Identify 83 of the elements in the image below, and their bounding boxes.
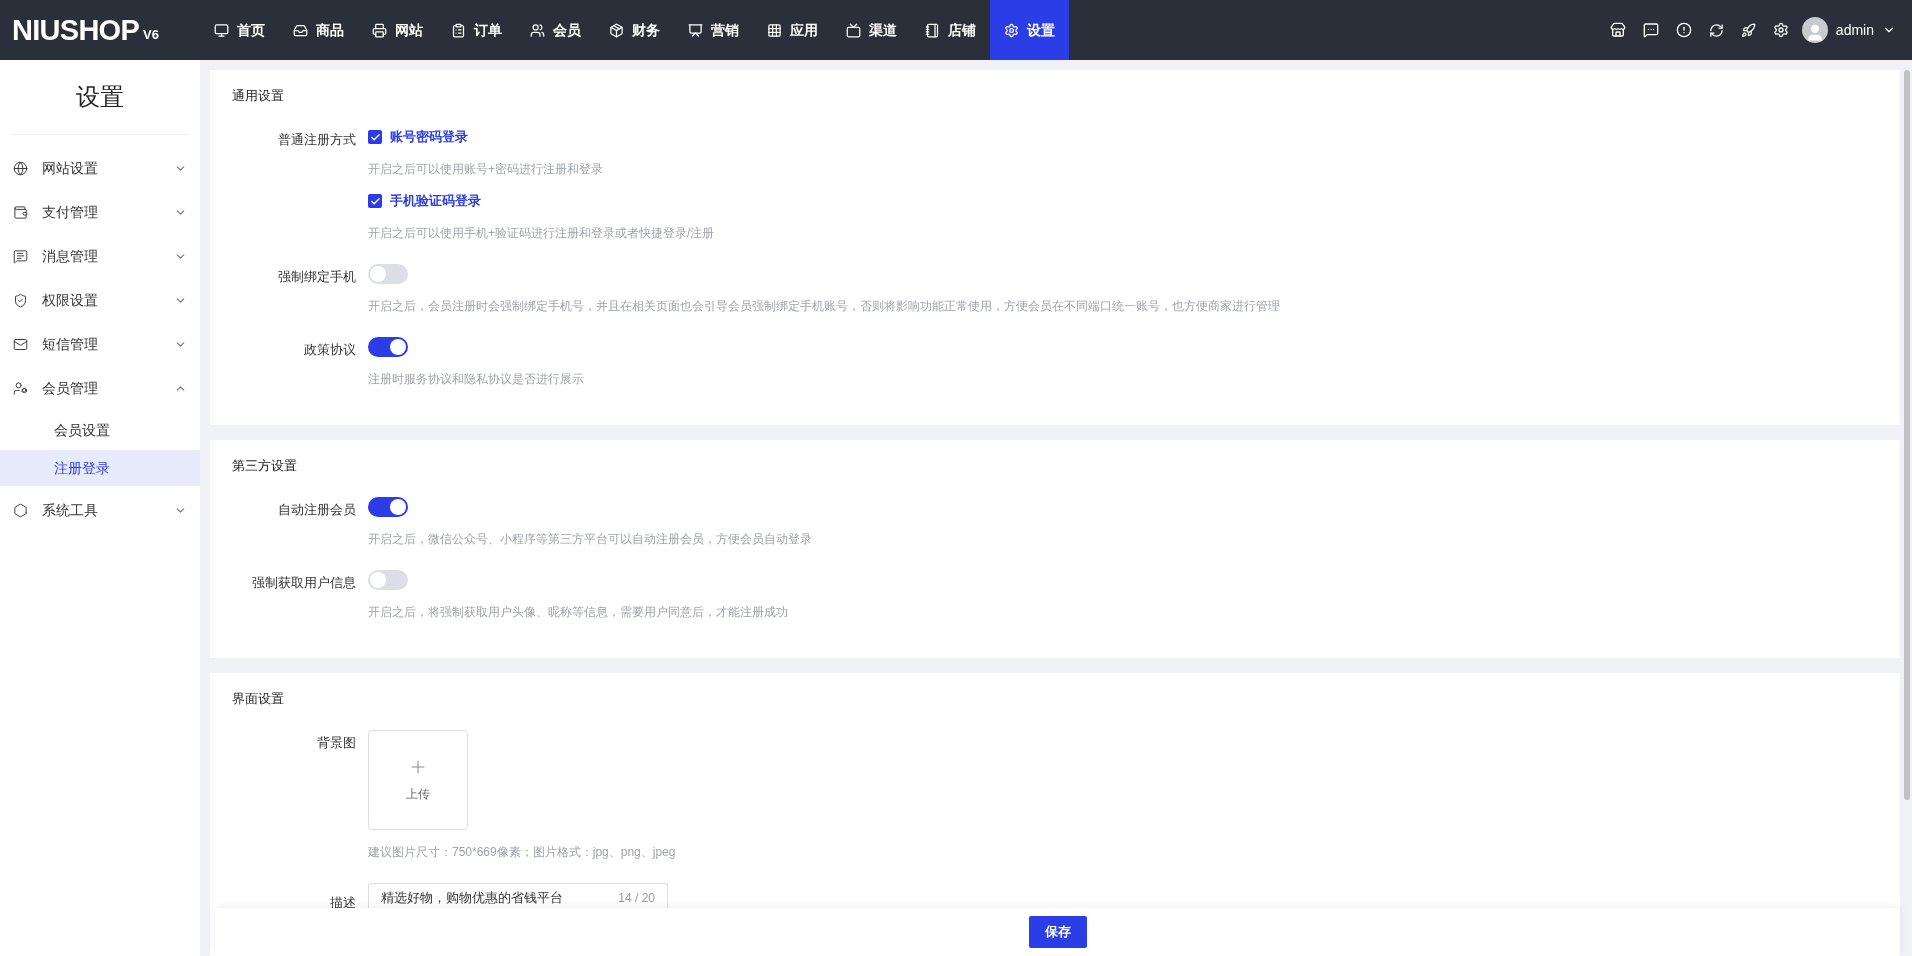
- toggle-switch[interactable]: [368, 337, 408, 357]
- users-icon: [530, 22, 545, 38]
- hint-text: 开启之后可以使用账号+密码进行注册和登录: [368, 161, 604, 178]
- monitor-icon: [214, 22, 229, 38]
- nav-tab[interactable]: 设置: [990, 0, 1069, 60]
- checkbox-label[interactable]: 账号密码登录: [390, 127, 468, 147]
- grid-icon: [767, 22, 782, 38]
- upload-label: 上传: [406, 786, 430, 803]
- nav-tab[interactable]: 网站: [358, 0, 437, 60]
- user-gear-icon: [13, 380, 28, 396]
- message-icon: [13, 248, 28, 264]
- avatar-icon: [1801, 17, 1828, 43]
- field-label: 描述: [330, 894, 356, 912]
- sidebar-item[interactable]: 短信管理: [0, 322, 200, 366]
- sidebar-item[interactable]: 会员管理: [0, 366, 200, 410]
- wallet-icon: [13, 204, 28, 220]
- save-button[interactable]: 保存: [1028, 916, 1087, 948]
- notebook-icon: [925, 22, 940, 38]
- hint-text: 开启之后，会员注册时会强制绑定手机号，并且在相关页面也会引导会员强制绑定手机账号，否则将影响功能正常使用，方便会员在不同端口统一账号，也方便商家进行管理: [368, 298, 1281, 315]
- store-icon[interactable]: [1609, 22, 1626, 38]
- nav-tab[interactable]: 财务: [595, 0, 674, 60]
- logo-text: NIUSHOP: [12, 15, 140, 45]
- character-counter: 14 / 20: [618, 890, 655, 907]
- printer-icon: [372, 22, 387, 38]
- sidebar-item[interactable]: 权限设置: [0, 278, 200, 322]
- message-icon[interactable]: [1642, 22, 1659, 38]
- settings-icon: [1004, 22, 1019, 38]
- refresh-icon[interactable]: [1708, 22, 1724, 38]
- nav-tab[interactable]: 应用: [753, 0, 832, 60]
- user-menu[interactable]: admin: [1801, 17, 1896, 43]
- sidebar-item[interactable]: 消息管理: [0, 234, 200, 278]
- checkbox-option[interactable]: 手机验证码登录: [368, 191, 481, 211]
- nav-tab[interactable]: 商品: [279, 0, 358, 60]
- section-title: 界面设置: [232, 690, 285, 708]
- presentation-icon: [688, 22, 703, 38]
- nav-tab[interactable]: 首页: [200, 0, 279, 60]
- shield-icon: [13, 292, 28, 308]
- hint-text: 注册时服务协议和隐私协议是否进行展示: [368, 371, 585, 388]
- checkbox[interactable]: [368, 130, 382, 144]
- clipboard-icon: [451, 22, 466, 38]
- nav-tab[interactable]: 会员: [516, 0, 595, 60]
- hexagon-icon: [13, 502, 28, 518]
- hint-text: 建议图片尺寸：750*669像素；图片格式：jpg、png、jpeg: [368, 844, 677, 861]
- hint-text: 开启之后，将强制获取用户头像、昵称等信息，需要用户同意后，才能注册成功: [368, 604, 789, 621]
- nav-tab[interactable]: 订单: [437, 0, 516, 60]
- checkbox-option[interactable]: 账号密码登录: [368, 127, 468, 147]
- check-icon: [369, 195, 381, 207]
- description-field[interactable]: 精选好物，购物优惠的省钱平台 14 / 20: [368, 883, 668, 908]
- package-icon: [609, 22, 624, 38]
- nav-tab[interactable]: 营销: [674, 0, 753, 60]
- checkbox[interactable]: [368, 194, 382, 208]
- field-label: 背景图: [317, 734, 356, 752]
- check-icon: [369, 131, 381, 143]
- toggle-switch[interactable]: [368, 497, 408, 517]
- toggle-switch[interactable]: [368, 570, 408, 590]
- mail-icon: [13, 336, 28, 352]
- sidebar-subitem[interactable]: 会员设置: [0, 412, 200, 448]
- toggle-switch[interactable]: [368, 264, 408, 284]
- nav-tab[interactable]: 店铺: [911, 0, 990, 60]
- globe-icon: [13, 160, 28, 176]
- settings-icon[interactable]: [1772, 22, 1789, 38]
- checkbox-label[interactable]: 手机验证码登录: [390, 191, 481, 211]
- section-title: 通用设置: [232, 87, 285, 105]
- section-title: 第三方设置: [232, 457, 298, 475]
- hint-text: 开启之后可以使用手机+验证码进行注册和登录或者快捷登录/注册: [368, 225, 716, 242]
- sidebar-item[interactable]: 系统工具: [0, 488, 200, 532]
- sidebar-item[interactable]: 支付管理: [0, 190, 200, 234]
- field-label: 强制绑定手机: [278, 268, 356, 286]
- version-label: V6: [143, 26, 159, 44]
- hint-text: 开启之后，微信公众号、小程序等第三方平台可以自动注册会员，方便会员自动登录: [368, 531, 813, 548]
- nav-tab[interactable]: 渠道: [832, 0, 911, 60]
- tray-icon: [293, 22, 308, 38]
- sidebar-item[interactable]: 网站设置: [0, 146, 200, 190]
- alert-icon[interactable]: [1675, 22, 1692, 38]
- sidebar-subitem[interactable]: 注册登录: [0, 450, 200, 486]
- field-label: 普通注册方式: [278, 131, 356, 149]
- upload-button[interactable]: 上传: [368, 730, 468, 830]
- field-label: 强制获取用户信息: [252, 574, 356, 592]
- sidebar-title: 设置: [76, 82, 124, 112]
- rocket-icon[interactable]: [1740, 22, 1756, 38]
- screen-icon: [846, 22, 861, 38]
- field-label: 政策协议: [304, 341, 356, 359]
- field-label: 自动注册会员: [278, 501, 356, 519]
